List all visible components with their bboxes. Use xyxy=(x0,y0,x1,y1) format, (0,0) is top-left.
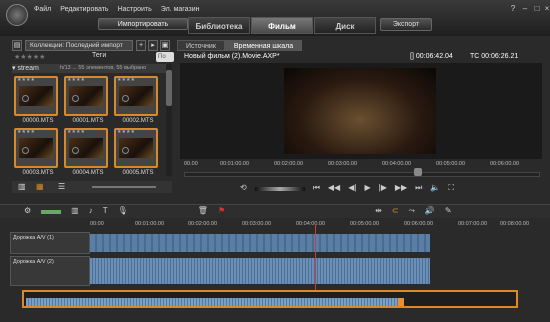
scrubber-bar[interactable] xyxy=(184,172,540,177)
player-ruler: 00.00 00:01:00.00 00:02:00.00 00:03:00.0… xyxy=(184,161,520,167)
thumbnail-item[interactable]: ★★★★ 00000.MTS xyxy=(14,76,58,124)
tab-source[interactable]: Источник xyxy=(177,40,225,51)
jog-wheel[interactable] xyxy=(254,187,305,191)
export-button[interactable]: Экспорт xyxy=(380,18,432,31)
scrubber-handle[interactable] xyxy=(414,168,422,176)
item-counter: h/13 ... 55 элементов, 55 выбрано xyxy=(60,65,147,71)
settings-gear-icon[interactable]: ⚙ xyxy=(24,206,31,216)
thumbnail-item[interactable]: ★★★★ 00002.MTS xyxy=(114,76,158,124)
timeline-tools: ⚙ ▥ ♪ T 🎙 🗑 ⚑ ⇹ ⊂ ⤳ 🔊 ✎ xyxy=(24,206,452,216)
voiceover-icon[interactable]: 🎙 xyxy=(118,206,128,216)
timeline-ruler[interactable]: 00:00 00:01:00.00 00:02:00.00 00:03:00.0… xyxy=(90,220,542,230)
track-header-1[interactable]: Дорожка А/V (1) xyxy=(10,232,90,254)
marker-icon[interactable]: ⚑ xyxy=(218,206,225,216)
menu-setup[interactable]: Настроить xyxy=(118,6,152,13)
tab-disc[interactable]: Диск xyxy=(314,17,376,34)
menu-edit[interactable]: Редактировать xyxy=(60,6,108,13)
menu-bar: Файл Редактировать Настроить Эл. магазин xyxy=(34,6,199,13)
audio-tool-icon[interactable]: ♪ xyxy=(89,206,93,216)
player-tabs: Источник Временная шкала xyxy=(177,40,303,51)
navigator-clip xyxy=(26,298,398,306)
movie-title: Новый фильм (2).Movie.AXP* xyxy=(184,53,280,60)
tags-filter[interactable]: Теги xyxy=(92,52,106,59)
navigator-selection[interactable] xyxy=(398,298,404,306)
track-header-2[interactable]: Дорожка А/V (2) xyxy=(10,256,90,286)
library-scrollbar-thumb[interactable] xyxy=(166,70,172,106)
play-icon[interactable]: ▶ xyxy=(364,183,370,193)
transport-controls: ⟲ ⏮ ◀◀ ◀| ▶ |▶ ▶▶ ⏭ 🔈 ⛶ xyxy=(240,183,454,193)
library-footer: ▥ ▦ ☰ xyxy=(12,181,172,193)
track-name-1: Дорожка А/V (1) xyxy=(13,235,54,241)
main-tabs: Библиотека Фильм Диск xyxy=(188,17,377,34)
list-view-icon[interactable]: ☰ xyxy=(58,182,65,191)
thumbnail-item[interactable]: ★★★★ 00005.MTS xyxy=(114,128,158,176)
close-icon[interactable]: × xyxy=(542,4,550,14)
menu-file[interactable]: Файл xyxy=(34,6,51,13)
loop-icon[interactable]: ⟲ xyxy=(240,183,247,193)
folder-icon[interactable]: ▥ xyxy=(18,182,26,191)
collection-selector[interactable]: Коллекции: Последний импорт xyxy=(25,40,133,51)
maximize-icon[interactable]: □ xyxy=(532,4,542,14)
step-back-icon[interactable]: ◀| xyxy=(348,183,356,193)
step-forward-icon[interactable]: |▶ xyxy=(379,183,387,193)
title-tool-icon[interactable]: T xyxy=(103,206,108,216)
thumbnail-item[interactable]: ★★★★ 00001.MTS xyxy=(64,76,108,124)
go-start-icon[interactable]: ⏮ xyxy=(313,183,320,193)
audio-scrub-icon[interactable]: 🔊 xyxy=(425,206,435,216)
fast-forward-icon[interactable]: ▶▶ xyxy=(395,183,407,193)
tab-library[interactable]: Библиотека xyxy=(188,17,250,34)
go-end-icon[interactable]: ⏭ xyxy=(415,183,422,193)
thumbnail-item[interactable]: ★★★★ 00004.MTS xyxy=(64,128,108,176)
magnet-icon[interactable]: ⊂ xyxy=(392,206,399,216)
snap-icon[interactable]: ⇹ xyxy=(375,206,382,216)
duration-timecode: [] 00:06:42.04 xyxy=(410,53,453,60)
app-logo-icon xyxy=(6,4,28,26)
tab-timeline[interactable]: Временная шкала xyxy=(224,40,303,51)
playhead[interactable] xyxy=(315,224,316,290)
collections-toggle-icon[interactable]: ▤ xyxy=(12,40,22,51)
menu-store[interactable]: Эл. магазин xyxy=(161,6,200,13)
video-frame xyxy=(284,68,436,154)
mixer-icon[interactable]: ▥ xyxy=(71,206,79,216)
add-icon[interactable]: + xyxy=(136,40,146,51)
rewind-icon[interactable]: ◀◀ xyxy=(328,183,340,193)
zoom-slider[interactable] xyxy=(92,186,156,188)
edit-mode-icon[interactable]: ✎ xyxy=(445,206,452,216)
audio-level-indicator xyxy=(41,210,62,214)
clip-track-1[interactable] xyxy=(90,234,430,252)
import-button[interactable]: Импортировать xyxy=(98,18,188,30)
stream-label: stream xyxy=(17,65,39,72)
clip-track-2[interactable] xyxy=(90,258,430,284)
volume-icon[interactable]: 🔈 xyxy=(430,183,440,193)
track-name-2: Дорожка А/V (2) xyxy=(13,259,54,265)
grid-view-icon[interactable]: ▦ xyxy=(36,182,44,191)
rating-filter[interactable]: ★★★★★ xyxy=(14,53,45,61)
tab-movie[interactable]: Фильм xyxy=(251,17,313,34)
current-timecode[interactable]: TC 00:06:26.21 xyxy=(470,53,518,60)
fullscreen-icon[interactable]: ⛶ xyxy=(448,183,454,193)
stream-folder-row[interactable]: ▾ stream h/13 ... 55 элементов, 55 выбра… xyxy=(12,64,166,73)
panel-options-icon[interactable]: ▣ xyxy=(160,40,170,51)
ripple-icon[interactable]: ⤳ xyxy=(409,206,415,216)
search-input[interactable]: По xyxy=(156,52,174,62)
forward-icon[interactable]: ▸ xyxy=(148,40,158,51)
minimize-icon[interactable]: – xyxy=(520,4,530,14)
help-icon[interactable]: ? xyxy=(508,4,518,14)
thumbnail-grid: ★★★★ 00000.MTS ★★★★ 00001.MTS ★★★★ 00002.MT… xyxy=(12,74,164,180)
trash-icon[interactable]: 🗑 xyxy=(198,206,208,216)
thumbnail-item[interactable]: ★★★★ 00003.MTS xyxy=(14,128,58,176)
